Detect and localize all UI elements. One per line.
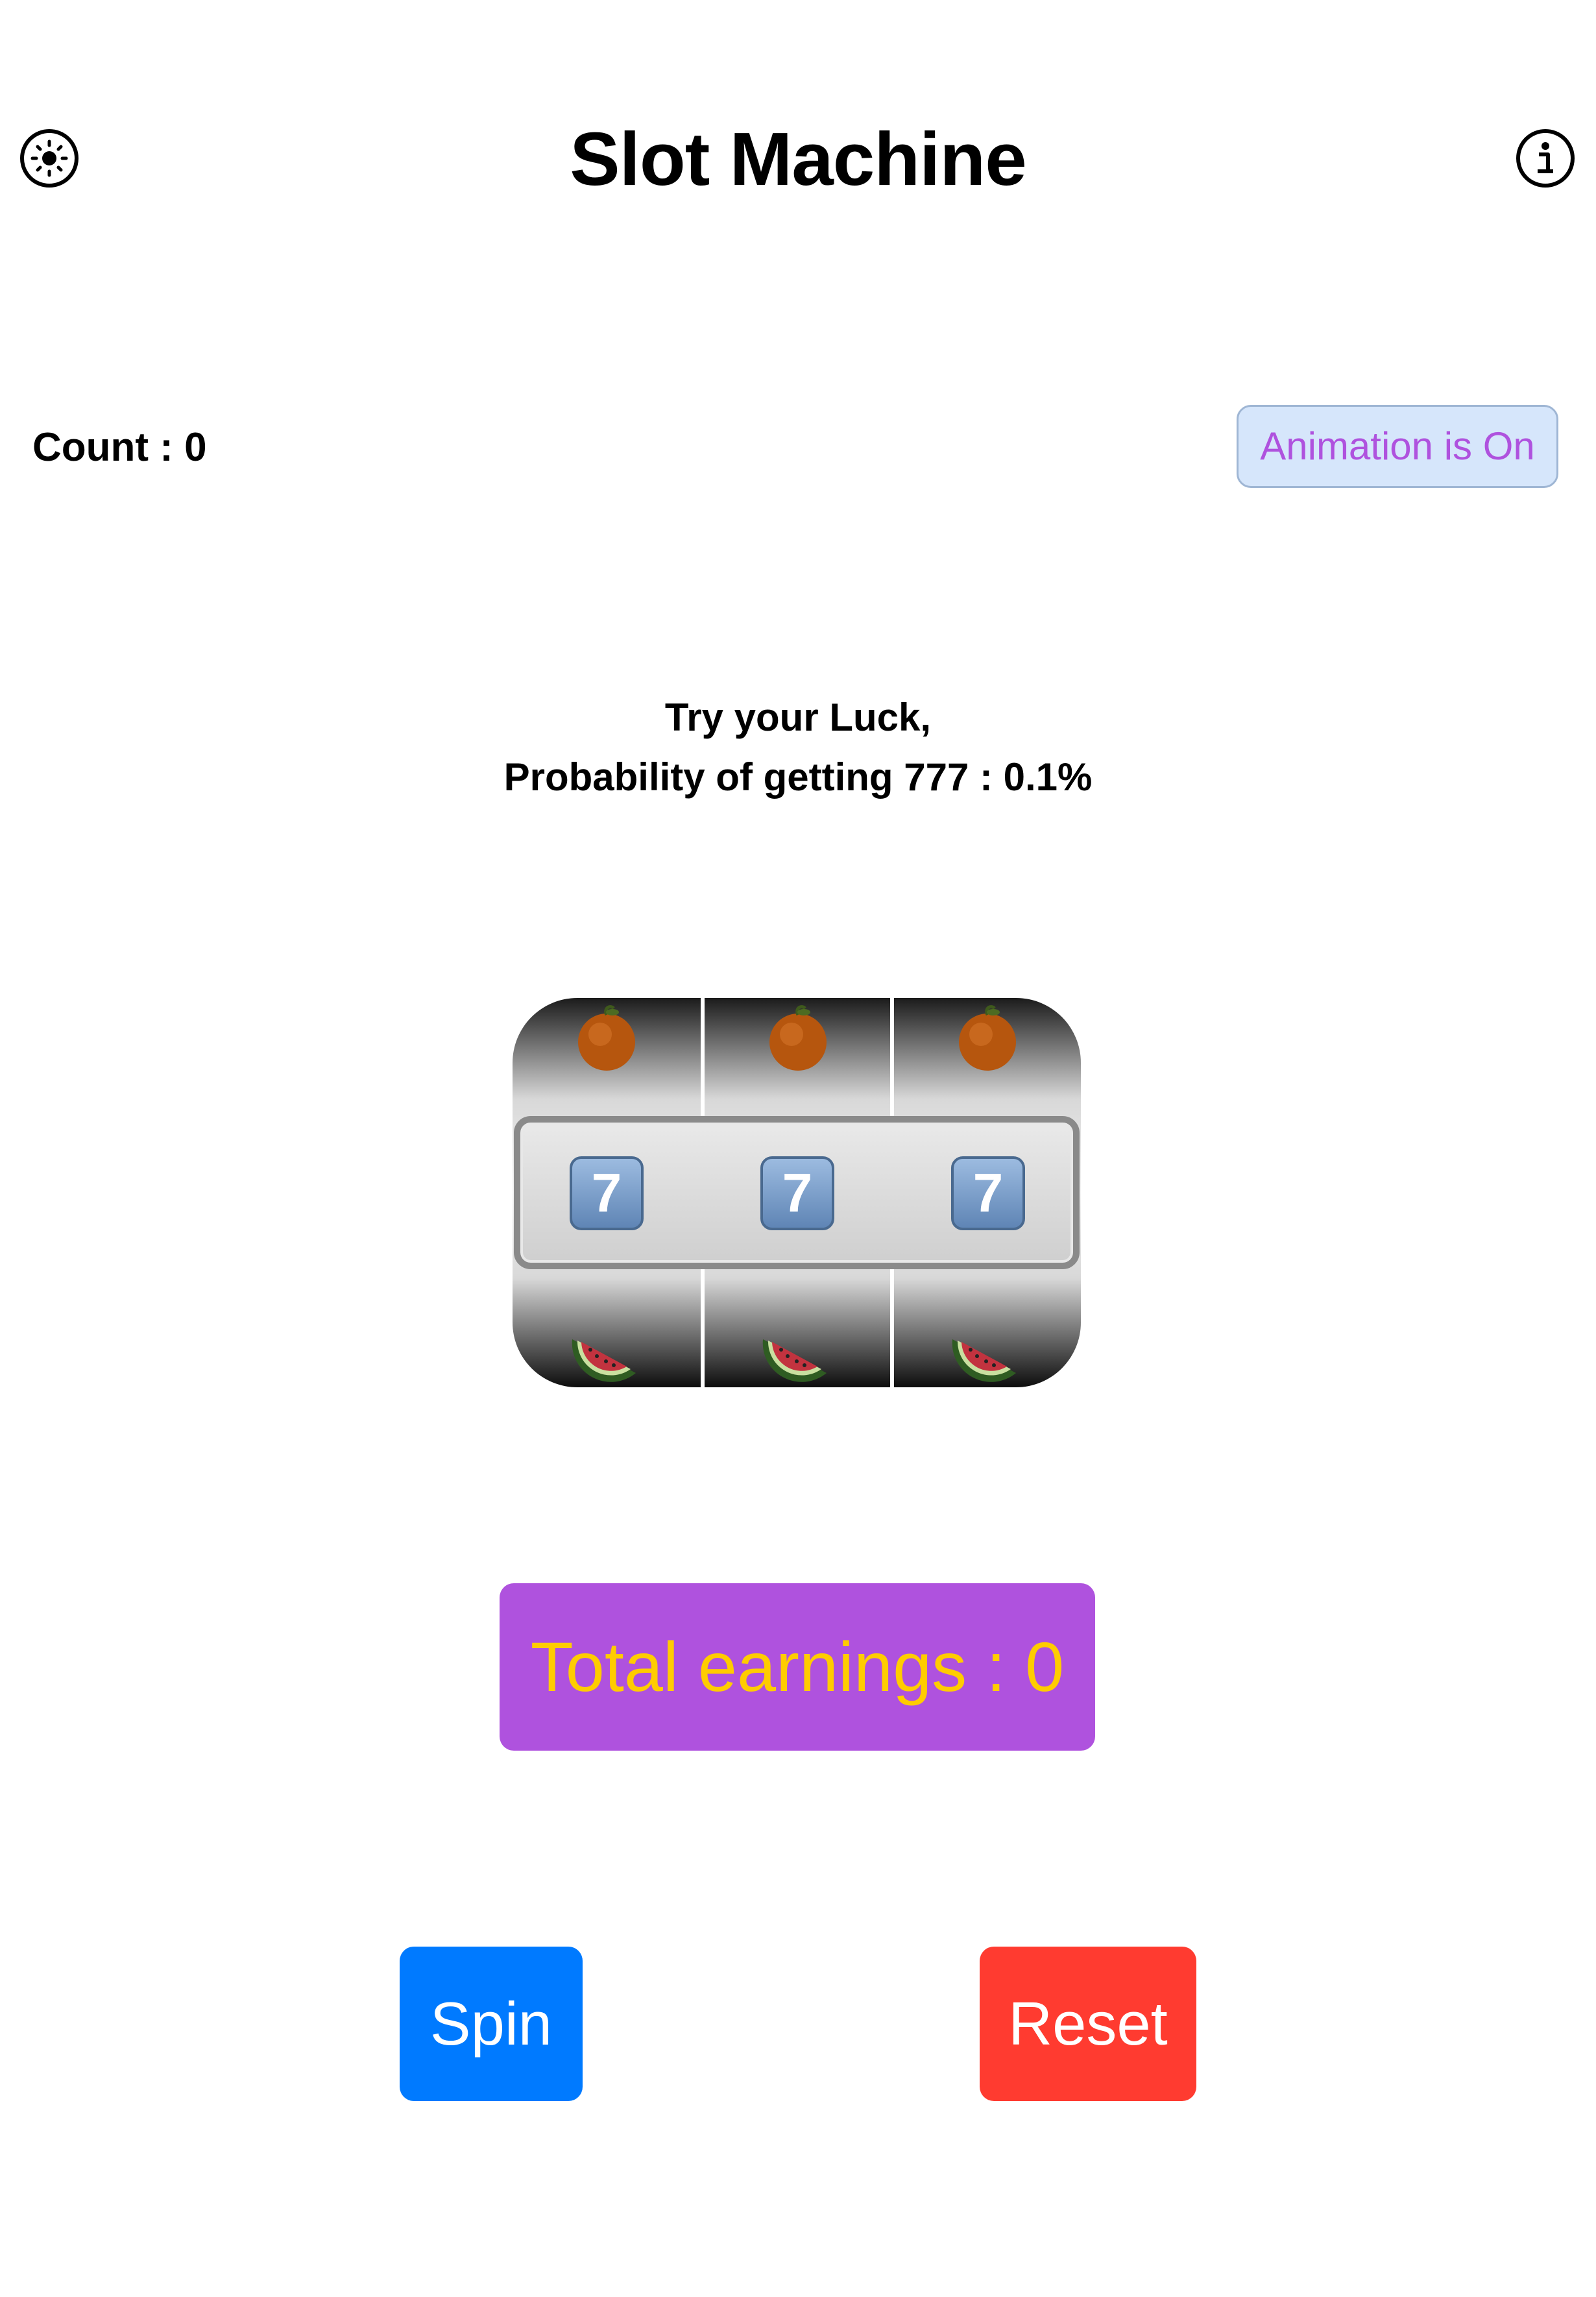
payline: 7 7 7 (514, 1116, 1080, 1269)
animation-toggle-button[interactable]: Animation is On (1237, 405, 1558, 488)
luck-message-line: Try your Luck, (664, 696, 932, 739)
spin-count: Count : 0 (32, 425, 207, 470)
seven-icon: 7 (570, 1156, 644, 1230)
watermelon-icon (949, 1313, 1020, 1385)
total-earnings: Total earnings : 0 (500, 1583, 1095, 1751)
info-icon[interactable] (1514, 127, 1577, 189)
seven-icon: 7 (760, 1156, 834, 1230)
slot-machine: 7 7 7 (513, 998, 1081, 1387)
orange-icon (952, 1002, 1023, 1073)
probability-text: Probability of getting 777 : 0.1% (503, 755, 1093, 799)
app-screen: Slot Machine Count : 0 Animation is On T… (0, 0, 1596, 2297)
luck-message: Try your Luck, Probability of getting 77… (0, 688, 1596, 807)
watermelon-icon (759, 1313, 830, 1385)
seven-icon: 7 (951, 1156, 1025, 1230)
reset-button[interactable]: Reset (980, 1947, 1196, 2101)
orange-icon (571, 1002, 642, 1073)
spin-button[interactable]: Spin (400, 1947, 583, 2101)
orange-icon (762, 1002, 834, 1073)
watermelon-icon (568, 1313, 640, 1385)
page-title: Slot Machine (570, 117, 1026, 201)
